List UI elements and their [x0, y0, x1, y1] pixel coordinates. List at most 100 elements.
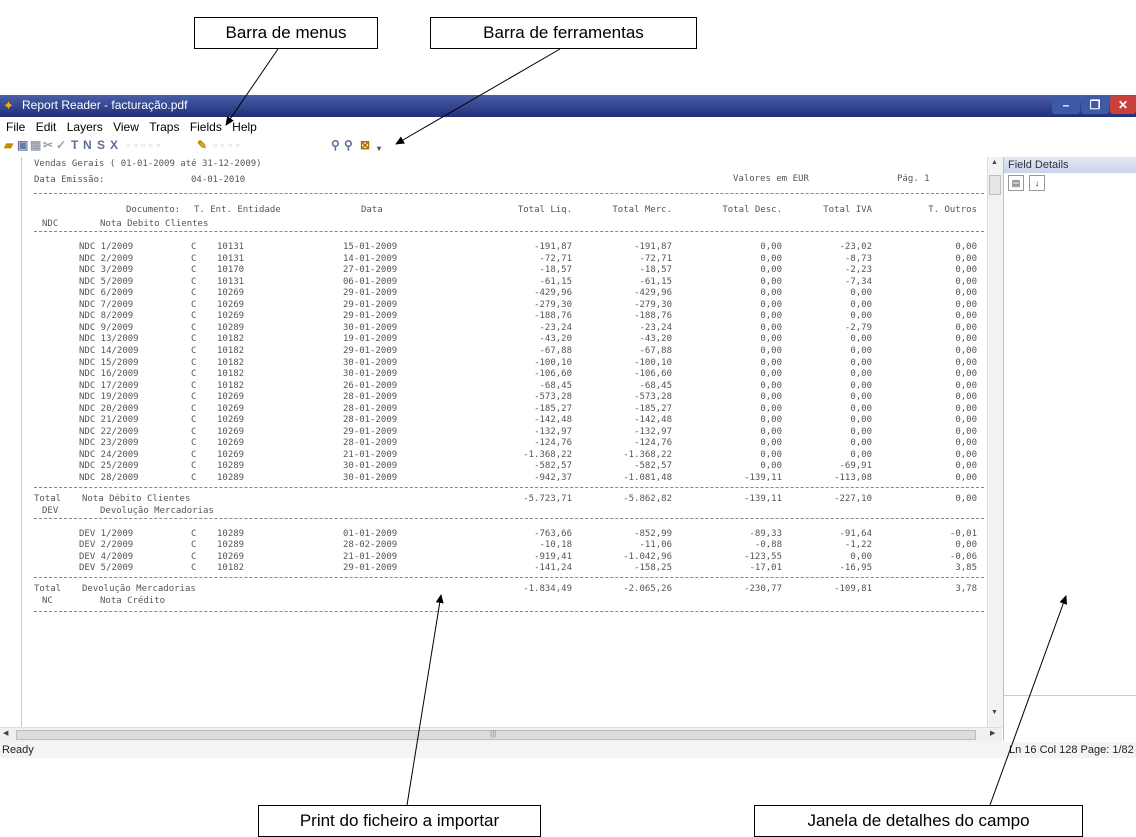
table-cell[interactable]: C	[191, 242, 196, 253]
table-cell[interactable]: 29-01-2009	[343, 300, 397, 311]
table-cell[interactable]: 0,00	[847, 358, 977, 369]
table-cell[interactable]: C	[191, 404, 196, 415]
table-cell[interactable]: 10170	[217, 265, 244, 276]
table-cell[interactable]: NDC 6/2009	[79, 288, 133, 299]
table-cell[interactable]: C	[191, 346, 196, 357]
table-cell[interactable]: 10289	[217, 323, 244, 334]
cut-icon[interactable]: ✂	[43, 138, 53, 152]
open-icon[interactable]: ▰	[4, 138, 13, 152]
categorized-icon[interactable]: ▤	[1008, 175, 1024, 191]
table-cell[interactable]: 0,00	[847, 473, 977, 484]
table-cell[interactable]: NDC 25/2009	[79, 461, 139, 472]
table-cell[interactable]: 10182	[217, 369, 244, 380]
table-cell[interactable]: NDC 9/2009	[79, 323, 133, 334]
table-cell[interactable]: 0,00	[847, 427, 977, 438]
scroll-left-icon[interactable]: ◀	[3, 729, 8, 737]
table-cell[interactable]: 10269	[217, 392, 244, 403]
table-cell[interactable]: NDC 16/2009	[79, 369, 139, 380]
table-cell[interactable]: NDC 14/2009	[79, 346, 139, 357]
check-icon[interactable]: ✓	[56, 138, 66, 152]
table-cell[interactable]: 10269	[217, 404, 244, 415]
scroll-down-icon[interactable]: ▼	[991, 709, 998, 716]
group-code[interactable]: NDC	[42, 219, 58, 230]
toolbar-overflow-icon[interactable]: ▾	[377, 142, 381, 156]
menu-layers[interactable]: Layers	[67, 118, 103, 136]
table-cell[interactable]: 0,00	[847, 346, 977, 357]
table-cell[interactable]: NDC 15/2009	[79, 358, 139, 369]
table-cell[interactable]: 10269	[217, 552, 244, 563]
table-cell[interactable]: C	[191, 265, 196, 276]
table-cell[interactable]: NDC 19/2009	[79, 392, 139, 403]
table-cell[interactable]: 29-01-2009	[343, 563, 397, 574]
fit-page-icon[interactable]: ⊠	[360, 138, 370, 152]
table-cell[interactable]: 0,00	[847, 265, 977, 276]
table-cell[interactable]: 30-01-2009	[343, 461, 397, 472]
table-cell[interactable]: 29-01-2009	[343, 288, 397, 299]
table-cell[interactable]: C	[191, 288, 196, 299]
menu-edit[interactable]: Edit	[36, 118, 57, 136]
group-total-label[interactable]: Total	[34, 494, 61, 505]
table-cell[interactable]: NDC 1/2009	[79, 242, 133, 253]
table-cell[interactable]: C	[191, 311, 196, 322]
table-cell[interactable]: 10182	[217, 381, 244, 392]
table-cell[interactable]: 10289	[217, 540, 244, 551]
table-cell[interactable]: -0,06	[847, 552, 977, 563]
group-total-name[interactable]: Nota Débito Clientes	[82, 494, 190, 505]
table-cell[interactable]: NDC 21/2009	[79, 415, 139, 426]
table-cell[interactable]: 0,00	[847, 540, 977, 551]
table-cell[interactable]: 30-01-2009	[343, 358, 397, 369]
table-cell[interactable]: C	[191, 473, 196, 484]
report-horizontal-scrollbar[interactable]: ◀ ||| ▶	[0, 727, 1002, 742]
table-cell[interactable]: 10269	[217, 415, 244, 426]
minimize-button[interactable]: –	[1052, 96, 1080, 114]
table-cell[interactable]: 0,00	[847, 242, 977, 253]
table-cell[interactable]: 28-02-2009	[343, 540, 397, 551]
trap-icon[interactable]: ▦	[30, 138, 41, 152]
table-cell[interactable]: 0,00	[847, 415, 977, 426]
table-cell[interactable]: 29-01-2009	[343, 427, 397, 438]
table-cell[interactable]: C	[191, 358, 196, 369]
table-cell[interactable]: NDC 28/2009	[79, 473, 139, 484]
table-cell[interactable]: 14-01-2009	[343, 254, 397, 265]
field-details-panel[interactable]: Field Details ▤ ↓	[1003, 157, 1136, 741]
table-cell[interactable]: NDC 22/2009	[79, 427, 139, 438]
table-cell[interactable]: 0,00	[847, 404, 977, 415]
table-cell[interactable]: 21-01-2009	[343, 552, 397, 563]
table-cell[interactable]: 10131	[217, 277, 244, 288]
group-name[interactable]: Nota Crédito	[100, 596, 165, 607]
table-cell[interactable]: C	[191, 300, 196, 311]
table-cell[interactable]: DEV 2/2009	[79, 540, 133, 551]
table-cell[interactable]: 28-01-2009	[343, 392, 397, 403]
table-cell[interactable]: NDC 23/2009	[79, 438, 139, 449]
table-cell[interactable]: C	[191, 323, 196, 334]
table-cell[interactable]: 10182	[217, 563, 244, 574]
table-cell[interactable]: 0,00	[847, 288, 977, 299]
table-cell[interactable]: NDC 3/2009	[79, 265, 133, 276]
table-cell[interactable]: 0,00	[847, 277, 977, 288]
table-cell[interactable]: 15-01-2009	[343, 242, 397, 253]
table-cell[interactable]: 01-01-2009	[343, 529, 397, 540]
table-cell[interactable]: 10289	[217, 461, 244, 472]
scroll-up-icon[interactable]: ▲	[991, 159, 998, 166]
table-cell[interactable]: 0,00	[847, 392, 977, 403]
table-cell[interactable]: 26-01-2009	[343, 381, 397, 392]
zoom-in-icon[interactable]: ⚲	[331, 138, 340, 152]
table-cell[interactable]: C	[191, 415, 196, 426]
save-icon[interactable]: ▣	[17, 138, 28, 152]
group-code[interactable]: NC	[42, 596, 53, 607]
text-trap-icon[interactable]: T	[71, 138, 78, 152]
table-cell[interactable]: 10269	[217, 288, 244, 299]
table-cell[interactable]: C	[191, 563, 196, 574]
table-cell[interactable]: C	[191, 334, 196, 345]
numeric-trap-icon[interactable]: N	[83, 138, 92, 152]
table-cell[interactable]: 3,85	[847, 563, 977, 574]
table-cell[interactable]: 10182	[217, 358, 244, 369]
table-cell[interactable]: 28-01-2009	[343, 404, 397, 415]
string-trap-icon[interactable]: S	[97, 138, 105, 152]
table-cell[interactable]: 10269	[217, 427, 244, 438]
table-cell[interactable]: 21-01-2009	[343, 450, 397, 461]
table-cell[interactable]: C	[191, 277, 196, 288]
table-cell[interactable]: 0,00	[847, 369, 977, 380]
maximize-button[interactable]: ❐	[1081, 96, 1109, 114]
table-cell[interactable]: 0,00	[847, 311, 977, 322]
